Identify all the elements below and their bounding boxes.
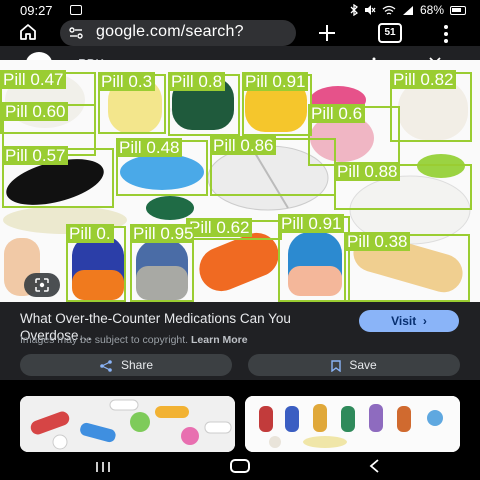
photo-icon (70, 5, 82, 15)
bluetooth-icon (350, 4, 358, 16)
detection-label: Pill 0.95 (130, 224, 194, 243)
detection-label: Pill 0.86 (210, 136, 277, 155)
lens-button[interactable] (24, 273, 60, 297)
share-icon (100, 360, 112, 372)
signal-icon (402, 5, 413, 15)
detection-label: Pill 0.57 (2, 146, 69, 165)
status-bar: 09:27 68% (0, 0, 480, 20)
related-images (0, 380, 480, 452)
detection-label: Pill 0.38 (344, 232, 411, 251)
address-bar[interactable]: google.com/search? (60, 20, 296, 46)
bookmark-icon (331, 360, 342, 372)
related-image-2-graphic (245, 396, 460, 452)
detection-label: Pill 0. (66, 224, 114, 243)
detection-label: Pill 0.6 (308, 104, 366, 123)
detection-label: Pill 0.60 (2, 102, 69, 121)
url-text: google.com/search? (96, 23, 244, 40)
result-info-panel: What Over-the-Counter Medications Can Yo… (0, 302, 480, 380)
copyright-text: Images may be subject to copyright. (20, 334, 189, 346)
related-image-1[interactable] (20, 396, 235, 452)
home-icon[interactable] (18, 22, 38, 42)
save-button[interactable]: Save (248, 354, 460, 376)
save-label: Save (349, 358, 377, 372)
detection-label: Pill 0.47 (0, 70, 67, 89)
tabs-icon[interactable]: 51 (378, 23, 402, 43)
status-icons: 68% (350, 3, 466, 17)
detection-label: Pill 0.91 (278, 214, 345, 233)
pill-detection-image[interactable]: Pill 0.47 Pill 0.3 Pill 0.8 Pill 0.91 Pill 0… (0, 60, 480, 302)
chevron-right-icon: › (419, 314, 427, 328)
battery-percent: 68% (419, 3, 444, 17)
wifi-icon (382, 5, 396, 15)
share-button[interactable]: Share (20, 354, 232, 376)
detection-label: Pill 0.62 (186, 218, 253, 237)
back-icon[interactable] (368, 459, 382, 473)
browser-toolbar: google.com/search? 51 (0, 20, 480, 46)
visit-button[interactable]: Visit › (359, 310, 459, 332)
plus-icon[interactable] (316, 22, 338, 44)
menu-icon[interactable] (436, 24, 456, 44)
site-info-icon[interactable] (68, 25, 84, 41)
battery-icon (450, 5, 466, 15)
related-image-2[interactable] (245, 396, 460, 452)
detection-label: Pill 0.48 (116, 138, 183, 157)
home-nav-icon[interactable] (230, 459, 250, 473)
recents-icon[interactable] (94, 461, 112, 473)
learn-more-link[interactable]: Learn More (191, 334, 248, 346)
system-nav-bar (0, 452, 480, 480)
detection-label: Pill 0.88 (334, 162, 401, 181)
detection-label: Pill 0.82 (390, 70, 457, 89)
share-label: Share (120, 358, 154, 372)
detection-label: Pill 0.8 (168, 72, 226, 91)
visit-label: Visit (391, 314, 417, 328)
detection-label: Pill 0.3 (98, 72, 156, 91)
lens-icon (35, 278, 49, 292)
related-image-1-graphic (20, 396, 235, 452)
copyright-notice: Images may be subject to copyright. Lear… (20, 334, 248, 346)
tab-count: 51 (384, 27, 396, 38)
mute-icon (364, 5, 376, 15)
detection-label: Pill 0.91 (242, 72, 309, 91)
status-time: 09:27 (20, 3, 53, 18)
